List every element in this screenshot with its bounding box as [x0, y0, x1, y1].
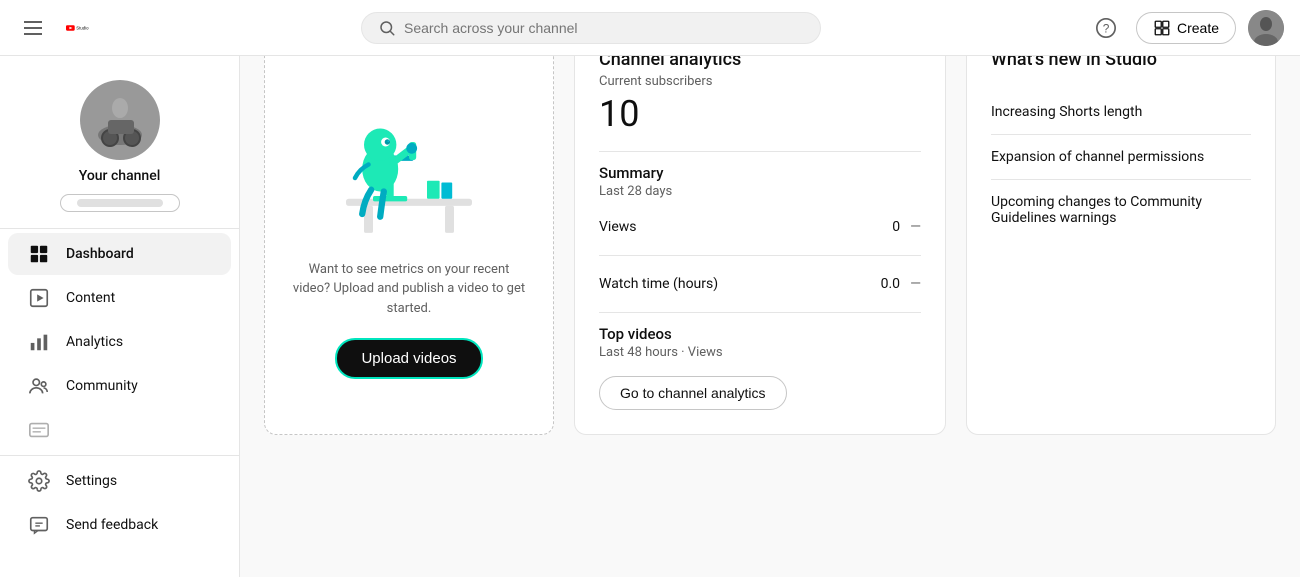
sidebar-item-label-analytics: Analytics: [66, 334, 123, 350]
search-wrap: [361, 12, 821, 44]
search-bar: [94, 12, 1088, 44]
channel-info: Your channel: [0, 64, 239, 224]
news-item-0[interactable]: Increasing Shorts length: [991, 90, 1251, 135]
watchtime-metric-row: Watch time (hours) 0.0 —: [599, 268, 921, 300]
period-label: Last 28 days: [599, 184, 921, 199]
analytics-card: Channel analytics Current subscribers 10…: [574, 24, 946, 435]
channel-name: Your channel: [8, 168, 231, 184]
watchtime-label: Watch time (hours): [599, 276, 718, 292]
svg-text:Studio: Studio: [76, 25, 89, 30]
watchtime-value: 0.0: [881, 276, 900, 292]
subtitles-icon: [28, 419, 50, 441]
sidebar-divider-top: [0, 228, 239, 229]
top-videos-period: Last 48 hours · Views: [599, 345, 921, 360]
menu-button[interactable]: [16, 9, 50, 47]
header: Studio ? Create: [0, 0, 1300, 56]
upload-card: Want to see metrics on your recent video…: [264, 24, 554, 435]
content-icon: [28, 287, 50, 309]
subscribers-label: Current subscribers: [599, 74, 921, 89]
sidebar-item-label-settings: Settings: [66, 473, 117, 489]
channel-avatar-image: [80, 80, 160, 160]
subscriber-count: 10: [599, 93, 921, 135]
news-item-2[interactable]: Upcoming changes to Community Guidelines…: [991, 180, 1251, 240]
views-label: Views: [599, 219, 637, 235]
create-button[interactable]: Create: [1136, 12, 1236, 44]
sidebar-item-settings[interactable]: Settings: [8, 460, 231, 502]
dashboard-grid: Want to see metrics on your recent video…: [264, 24, 1276, 435]
goto-analytics-button[interactable]: Go to channel analytics: [599, 376, 787, 410]
sidebar-item-subtitles[interactable]: [8, 409, 231, 451]
settings-icon: [28, 470, 50, 492]
dashboard-icon: [28, 243, 50, 265]
feedback-icon: [28, 514, 50, 536]
upload-button[interactable]: Upload videos: [335, 338, 482, 379]
sidebar-item-feedback[interactable]: Send feedback: [8, 504, 231, 546]
sidebar-item-community[interactable]: Community: [8, 365, 231, 407]
sidebar: Your channel Dashboard Content: [0, 56, 240, 577]
help-icon: ?: [1095, 17, 1117, 39]
search-input[interactable]: [404, 20, 804, 36]
search-icon: [378, 19, 396, 37]
avatar-image: [1248, 10, 1284, 46]
help-button[interactable]: ?: [1088, 10, 1124, 46]
upload-description: Want to see metrics on your recent video…: [289, 260, 529, 319]
sidebar-item-label-feedback: Send feedback: [66, 517, 158, 533]
main-content: Want to see metrics on your recent video…: [240, 0, 1300, 459]
views-change: —: [910, 219, 921, 235]
sidebar-item-label-content: Content: [66, 290, 115, 306]
channel-btn-label: [77, 199, 163, 207]
watchtime-change: —: [910, 276, 921, 292]
channel-avatar[interactable]: [80, 80, 160, 160]
upload-illustration: [319, 80, 499, 240]
youtube-icon: Studio: [66, 18, 94, 38]
news-item-1[interactable]: Expansion of channel permissions: [991, 135, 1251, 180]
logo-area[interactable]: Studio: [66, 18, 94, 38]
user-avatar[interactable]: [1248, 10, 1284, 46]
views-value: 0: [892, 219, 900, 235]
separator-1: [599, 151, 921, 152]
sidebar-item-analytics[interactable]: Analytics: [8, 321, 231, 363]
sidebar-item-dashboard[interactable]: Dashboard: [8, 233, 231, 275]
sidebar-item-label-dashboard: Dashboard: [66, 246, 134, 262]
sidebar-divider-mid: [0, 455, 239, 456]
top-videos-label: Top videos: [599, 325, 921, 343]
create-icon: [1153, 19, 1171, 37]
create-label: Create: [1177, 20, 1219, 36]
separator-2: [599, 255, 921, 256]
summary-label: Summary: [599, 164, 921, 182]
sidebar-item-content[interactable]: Content: [8, 277, 231, 319]
analytics-icon: [28, 331, 50, 353]
sidebar-item-label-community: Community: [66, 378, 138, 394]
community-icon: [28, 375, 50, 397]
separator-3: [599, 312, 921, 313]
views-metric-row: Views 0 —: [599, 211, 921, 243]
channel-button[interactable]: [60, 194, 180, 212]
whats-new-card: What's new in Studio Increasing Shorts l…: [966, 24, 1276, 435]
svg-text:?: ?: [1103, 21, 1110, 35]
